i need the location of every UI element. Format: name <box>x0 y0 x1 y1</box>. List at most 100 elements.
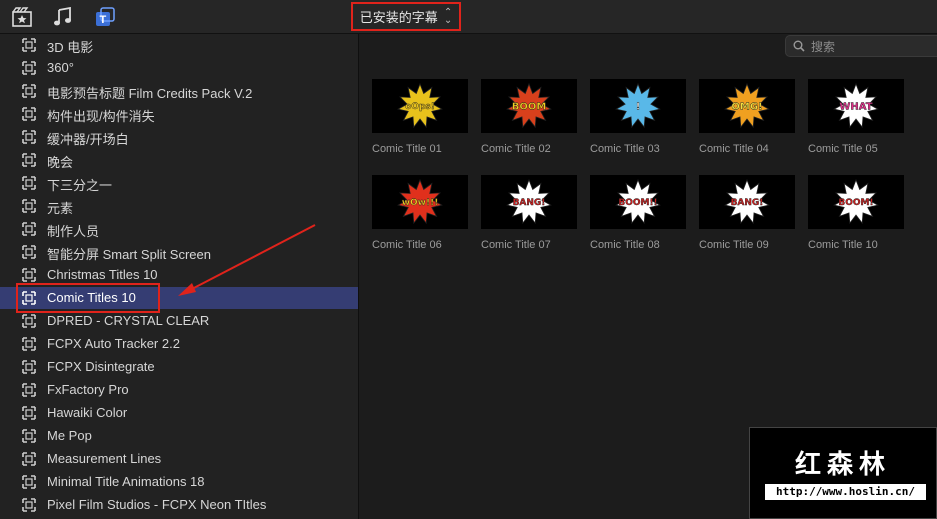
comic-burst-icon: wOw!!! <box>397 178 443 225</box>
sidebar-item[interactable]: 智能分屏 Smart Split Screen <box>0 241 358 263</box>
title-thumbnail[interactable]: oOps! Comic Title 01 <box>372 79 468 155</box>
comic-burst-icon: ! <box>615 82 661 129</box>
sidebar-item-label: 360° <box>47 60 74 75</box>
title-thumbnail[interactable]: ! Comic Title 03 <box>590 79 686 155</box>
search-icon <box>793 40 805 52</box>
sidebar-item[interactable]: 晚会 <box>0 149 358 171</box>
sidebar-item[interactable]: 下三分之一 <box>0 172 358 194</box>
thumbnail-name: Comic Title 05 <box>808 143 878 155</box>
title-thumbnail[interactable]: BOOM! Comic Title 10 <box>808 175 904 251</box>
thumbnail-name: Comic Title 03 <box>590 143 660 155</box>
sidebar-item[interactable]: 制作人员 <box>0 218 358 240</box>
sidebar-item[interactable]: 电影预告标题 Film Credits Pack V.2 <box>0 80 358 102</box>
thumbnail-preview: BANG! <box>699 175 795 229</box>
sidebar-item-label: 电影预告标题 Film Credits Pack V.2 <box>47 86 253 101</box>
thumbnail-name: Comic Title 09 <box>699 239 769 251</box>
sidebar-item[interactable]: Comic Titles 10 <box>0 287 358 309</box>
chevron-updown-icon: ⌃ ⌄ <box>443 6 453 26</box>
comic-art-text: ! <box>636 101 641 112</box>
effect-bracket-icon <box>22 429 36 443</box>
watermark: 红森林 http://www.hoslin.cn/ <box>749 427 937 519</box>
effect-bracket-icon <box>22 130 36 144</box>
title-thumbnail[interactable]: BANG! Comic Title 09 <box>699 175 795 251</box>
watermark-title: 红森林 <box>794 450 891 480</box>
sidebar-item[interactable]: Christmas Titles 10 <box>0 264 358 286</box>
toolbar: T 已安装的字幕 ⌃ ⌄ <box>0 0 937 34</box>
effect-bracket-icon <box>22 153 36 167</box>
title-thumbnail[interactable]: wOw!!! Comic Title 06 <box>372 175 468 251</box>
title-thumbnail[interactable]: BOOM!! Comic Title 08 <box>590 175 686 251</box>
sidebar-item-label: Minimal Title Animations 18 <box>47 474 205 489</box>
sidebar: 3D 电影 360° 电影预告标题 Film Credits Pack V.2 构件出… <box>0 34 359 519</box>
sidebar-item[interactable]: 元素 <box>0 195 358 217</box>
sidebar-item-label: Measurement Lines <box>47 451 162 466</box>
sidebar-item-label: Pixel Film Studios - FCPX Neon TItles <box>47 497 267 512</box>
title-thumbnail[interactable]: BANG! Comic Title 07 <box>481 175 577 251</box>
sidebar-item-label: 构件出现/构件消失 <box>47 109 155 124</box>
sidebar-item[interactable]: 3D 电影 <box>0 34 358 56</box>
effect-bracket-icon <box>22 360 36 374</box>
sidebar-item[interactable]: Minimal Title Animations 18 <box>0 471 358 493</box>
comic-burst-icon: BANG! <box>724 178 770 225</box>
installed-titles-dropdown[interactable]: 已安装的字幕 ⌃ ⌄ <box>351 2 461 31</box>
effect-bracket-icon <box>22 38 36 52</box>
clapper-star-icon[interactable] <box>12 7 32 27</box>
music-note-icon[interactable] <box>53 7 73 27</box>
sidebar-item[interactable]: Measurement Lines <box>0 448 358 470</box>
title-thumbnail[interactable]: WHAT Comic Title 05 <box>808 79 904 155</box>
sidebar-item-label: Comic Titles 10 <box>47 290 136 305</box>
sidebar-item-label: 元素 <box>47 201 74 216</box>
effect-bracket-icon <box>22 107 36 121</box>
thumbnail-preview: OMG! <box>699 79 795 133</box>
comic-art-text: BANG! <box>731 198 764 208</box>
thumbnail-preview: wOw!!! <box>372 175 468 229</box>
sidebar-item[interactable]: DPRED - CRYSTAL CLEAR <box>0 310 358 332</box>
effect-bracket-icon <box>22 222 36 236</box>
thumbnail-name: Comic Title 02 <box>481 143 551 155</box>
thumbnail-preview: ! <box>590 79 686 133</box>
sidebar-item[interactable]: Pixel Film Studios - FCPX Neon TItles <box>0 494 358 516</box>
comic-burst-icon: WHAT <box>833 82 879 129</box>
effect-bracket-icon <box>22 314 36 328</box>
comic-art-text: BANG! <box>513 198 546 208</box>
thumbnail-preview: BANG! <box>481 175 577 229</box>
title-thumbnail[interactable]: OMG! Comic Title 04 <box>699 79 795 155</box>
sidebar-item[interactable]: FCPX Disintegrate <box>0 356 358 378</box>
search-placeholder: 搜索 <box>811 39 836 54</box>
effect-bracket-icon <box>22 383 36 397</box>
title-thumbnail[interactable]: BOOM Comic Title 02 <box>481 79 577 155</box>
comic-burst-icon: BANG! <box>506 178 552 225</box>
comic-art-text: oOps! <box>405 102 435 112</box>
sidebar-item-label: 智能分屏 Smart Split Screen <box>47 247 211 262</box>
titles-icon[interactable]: T <box>95 7 115 27</box>
effect-bracket-icon <box>22 268 36 282</box>
effect-bracket-icon <box>22 498 36 512</box>
sidebar-item[interactable]: FxFactory Pro <box>0 379 358 401</box>
sidebar-item-label: 缓冲器/开场白 <box>47 132 129 147</box>
comic-burst-icon: BOOM <box>506 82 552 129</box>
dropdown-label: 已安装的字幕 <box>359 10 438 25</box>
sidebar-item-label: FxFactory Pro <box>47 382 129 397</box>
comic-art-text: BOOM <box>512 101 547 112</box>
sidebar-item[interactable]: 360° <box>0 57 358 79</box>
sidebar-item-label: Christmas Titles 10 <box>47 267 158 282</box>
sidebar-item[interactable]: 构件出现/构件消失 <box>0 103 358 125</box>
thumbnail-preview: BOOM!! <box>590 175 686 229</box>
thumbnail-name: Comic Title 08 <box>590 239 660 251</box>
sidebar-item-label: Me Pop <box>47 428 92 443</box>
thumbnail-preview: BOOM <box>481 79 577 133</box>
sidebar-item[interactable]: Hawaiki Color <box>0 402 358 424</box>
thumbnail-preview: BOOM! <box>808 175 904 229</box>
sidebar-item[interactable]: FCPX Auto Tracker 2.2 <box>0 333 358 355</box>
sidebar-item[interactable]: Me Pop <box>0 425 358 447</box>
effect-bracket-icon <box>22 84 36 98</box>
thumbnail-preview: oOps! <box>372 79 468 133</box>
sidebar-item-label: FCPX Auto Tracker 2.2 <box>47 336 180 351</box>
comic-art-text: BOOM!! <box>618 198 657 208</box>
search-input[interactable]: 搜索 <box>785 35 937 57</box>
sidebar-item[interactable]: 缓冲器/开场白 <box>0 126 358 148</box>
sidebar-item-label: 下三分之一 <box>47 178 113 193</box>
sidebar-item-label: Hawaiki Color <box>47 405 128 420</box>
comic-burst-icon: OMG! <box>724 82 770 129</box>
comic-art-text: OMG! <box>731 101 762 112</box>
